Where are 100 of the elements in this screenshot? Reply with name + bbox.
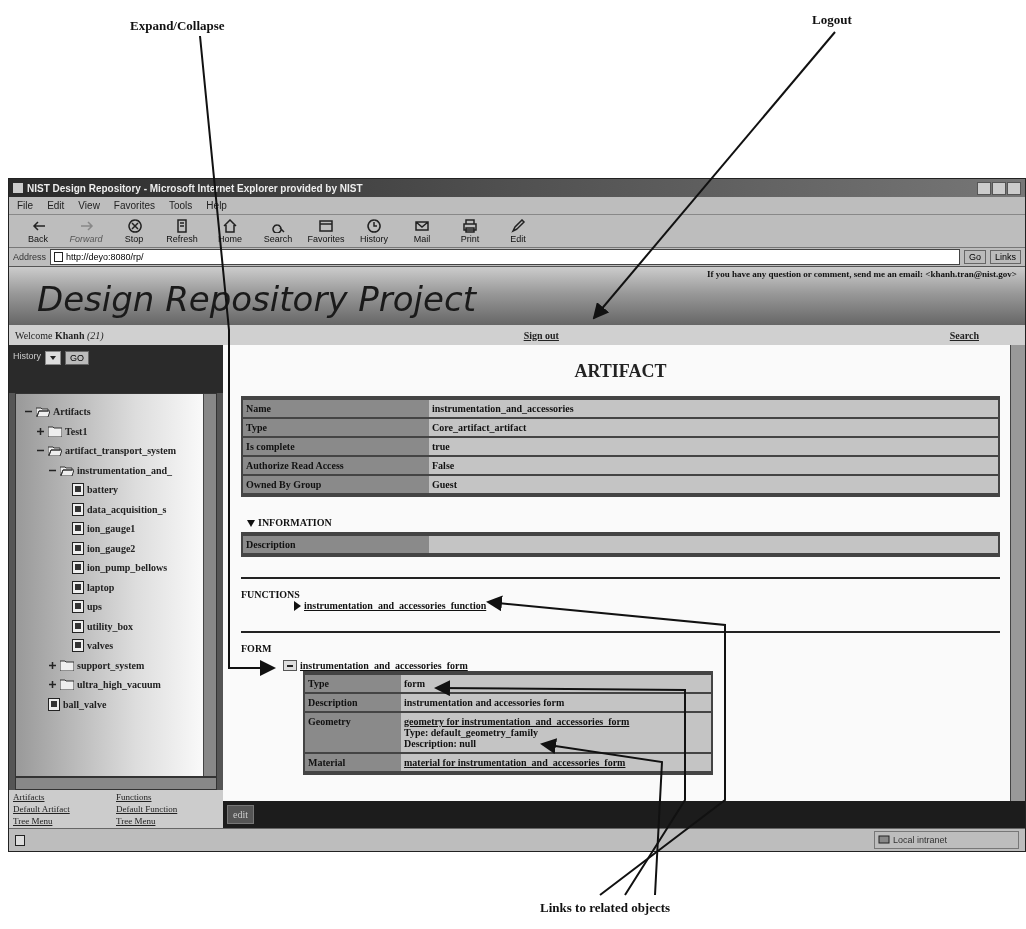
address-field[interactable]: http://deyo:8080/rp/: [50, 249, 960, 265]
tree-item[interactable]: ball_valve: [63, 699, 107, 710]
collapse-toggle[interactable]: [283, 660, 297, 671]
browser-icon: [13, 183, 23, 193]
menu-item[interactable]: Favorites: [113, 200, 155, 211]
menu-item[interactable]: File: [17, 200, 34, 211]
scrollbar[interactable]: [203, 394, 216, 777]
welcome-text: Welcome Khanh (21): [15, 329, 104, 341]
toolbar-button[interactable]: Mail: [401, 216, 443, 246]
expand-arrow-icon[interactable]: [247, 517, 255, 528]
history-select[interactable]: [45, 351, 61, 365]
related-link[interactable]: material for instrumentation_and_accessories_form: [404, 757, 626, 768]
toolbar-icon: [30, 218, 46, 233]
tree-item[interactable]: ion_gauge1: [87, 523, 136, 535]
tree-item[interactable]: ultra_high_vacuum: [77, 679, 161, 691]
caret-icon: [50, 356, 56, 360]
document-icon: [72, 522, 84, 536]
table-cell: Type: [305, 675, 401, 692]
go-button[interactable]: Go: [963, 250, 986, 264]
toolbar-button[interactable]: Favorites: [305, 216, 347, 246]
search-link[interactable]: Search: [949, 329, 979, 341]
form-link[interactable]: instrumentation_and_accessories_form: [300, 660, 468, 671]
section-label: FUNCTIONS: [241, 589, 301, 600]
network-icon: [878, 835, 890, 845]
close-button[interactable]: [1007, 181, 1021, 195]
toolbar-icon: [414, 218, 430, 233]
plus-icon[interactable]: [48, 680, 57, 690]
tree-item[interactable]: data_acquisition_s: [87, 504, 167, 515]
document-icon: [72, 503, 84, 516]
toolbar-icon: [318, 218, 334, 233]
tree-item[interactable]: ion_gauge2: [87, 543, 136, 554]
tree-item[interactable]: instrumentation_and_: [77, 465, 172, 476]
page-icon: [54, 252, 64, 262]
sidebar-link[interactable]: Tree Menu: [13, 816, 116, 826]
tree-item[interactable]: laptop: [87, 582, 115, 593]
table-cell: False: [429, 457, 998, 474]
plus-icon[interactable]: [48, 661, 57, 670]
window-title: NIST Design Repository - Microsoft Internet Explorer provided by NIST: [27, 182, 363, 194]
tree-item[interactable]: battery: [87, 484, 119, 496]
maximize-button[interactable]: [992, 181, 1006, 195]
document-icon: [72, 581, 84, 594]
tree-item[interactable]: Artifacts: [53, 406, 91, 418]
go-button[interactable]: GO: [65, 351, 90, 365]
section-label: INFORMATION: [258, 517, 332, 528]
toolbar-button[interactable]: Back: [17, 216, 59, 246]
toolbar-icon: [126, 218, 142, 233]
tree-item[interactable]: artifact_transport_system: [65, 445, 177, 457]
toolbar-button[interactable]: History: [353, 216, 395, 246]
menu-item[interactable]: View: [78, 200, 100, 211]
toolbar-icon: [222, 218, 238, 233]
document-icon: [48, 698, 60, 711]
sign-out-link[interactable]: Sign out: [523, 329, 559, 341]
toolbar-button[interactable]: Print: [449, 216, 491, 246]
folder-icon: [48, 445, 62, 457]
table-cell: Owned By Group: [243, 476, 429, 493]
tree-item[interactable]: support_system: [77, 660, 145, 671]
folder-icon: [48, 426, 62, 437]
cell-text: instrumentation and accessories form: [404, 697, 566, 708]
tree-item[interactable]: Test1: [65, 426, 88, 437]
menu-item[interactable]: Edit: [47, 200, 65, 211]
scrollbar[interactable]: [1010, 345, 1025, 801]
sidebar-link[interactable]: Tree Menu: [116, 816, 219, 826]
edit-button[interactable]: edit: [227, 805, 254, 824]
cell-text: form: [404, 678, 427, 689]
toolbar-button[interactable]: Search: [257, 216, 299, 246]
toolbar-icon: [366, 218, 382, 233]
menu-item[interactable]: Tools: [169, 200, 193, 211]
toolbar-icon: [510, 218, 526, 233]
folder-icon: [60, 679, 74, 691]
table-cell: Description: [243, 536, 429, 553]
tree-item[interactable]: utility_box: [87, 621, 134, 632]
scrollbar[interactable]: [15, 777, 217, 790]
tree-item[interactable]: valves: [87, 640, 114, 652]
toolbar-icon: [174, 218, 190, 233]
toolbar-button[interactable]: Edit: [497, 216, 539, 246]
sidebar-link[interactable]: Artifacts: [13, 792, 116, 802]
links-button[interactable]: Links: [990, 250, 1021, 264]
plus-icon[interactable]: [36, 427, 45, 436]
annotation-label: Expand/Collapse: [130, 18, 225, 34]
sidebar-link[interactable]: Functions: [116, 792, 219, 802]
sidebar-link[interactable]: Default Function: [116, 804, 219, 814]
table-cell: instrumentation_and_accessories: [429, 400, 998, 417]
table-cell: true: [429, 438, 998, 455]
page-heading: ARTIFACT: [573, 361, 668, 382]
cell-text: Description: null: [404, 738, 477, 749]
address-text: http://deyo:8080/rp/: [66, 252, 144, 262]
table-cell: Authorize Read Access: [243, 457, 429, 474]
table-cell: Is complete: [243, 438, 429, 455]
toolbar-button[interactable]: Refresh: [161, 216, 203, 246]
table-cell: Type: [243, 419, 429, 436]
tree-item[interactable]: ups: [87, 601, 102, 613]
sidebar-link[interactable]: Default Artifact: [13, 804, 116, 814]
table-cell: Description: [305, 694, 401, 711]
minimize-button[interactable]: [977, 181, 991, 195]
expand-arrow-icon[interactable]: [293, 600, 301, 611]
toolbar-button[interactable]: Stop: [113, 216, 155, 246]
function-link[interactable]: instrumentation_and_accessories_function: [304, 600, 487, 611]
tree-item[interactable]: ion_pump_bellows: [87, 562, 168, 574]
document-icon: [72, 483, 84, 497]
related-link[interactable]: geometry for instrumentation_and_accessories_form: [404, 716, 630, 727]
